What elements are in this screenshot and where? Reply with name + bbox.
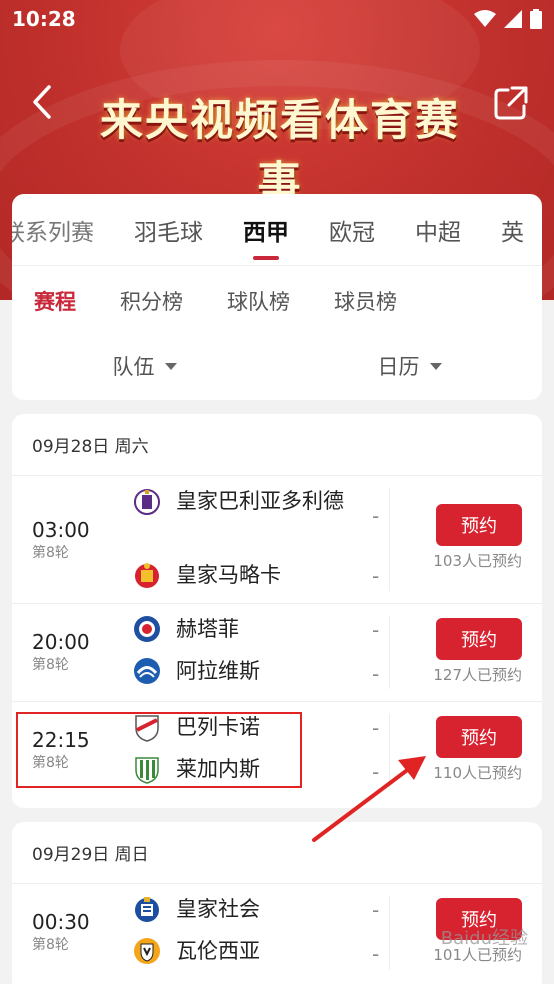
home-team: 赫塔菲 (132, 614, 356, 644)
tab-standings[interactable]: 积分榜 (120, 286, 183, 316)
annotation-highlight-box (16, 712, 302, 788)
away-team: 瓦伦西亚 (132, 936, 356, 966)
signal-icon (504, 10, 522, 28)
chevron-left-icon (33, 85, 51, 119)
away-score: - (372, 942, 380, 966)
valencia-logo-icon (134, 938, 160, 964)
filter-bar: 队伍 日历 (12, 336, 542, 396)
tab-series[interactable]: 联系列赛 (12, 194, 114, 265)
reservation-count: 103人已预约 (433, 552, 522, 570)
share-button[interactable] (492, 84, 530, 122)
reservation-count: 127人已预约 (433, 666, 522, 684)
battery-icon (530, 9, 542, 29)
match-row[interactable]: 03:00 第8轮 皇家巴利亚多利德 皇家马略卡 - - 预约 103人已预约 (12, 476, 542, 604)
calendar-filter-label: 日历 (377, 355, 420, 379)
real-sociedad-logo-icon (135, 897, 159, 922)
away-team-name: 瓦伦西亚 (176, 939, 260, 963)
tab-team-rank[interactable]: 球队榜 (227, 286, 290, 316)
tab-csl[interactable]: 中超 (395, 194, 481, 265)
calendar-filter-dropdown[interactable]: 日历 (277, 351, 542, 381)
status-time: 10:28 (12, 7, 76, 31)
away-team: 皇家马略卡 (132, 560, 356, 590)
tab-epl[interactable]: 英 (481, 194, 542, 265)
reserve-button[interactable]: 预约 (436, 618, 522, 660)
mallorca-logo-icon (135, 563, 159, 588)
divider (389, 896, 390, 970)
away-team-name: 皇家马略卡 (176, 563, 281, 587)
match-time: 20:00 (32, 630, 90, 654)
home-team-name: 皇家巴利亚多利德 (176, 489, 344, 513)
watermark: Baidu经验 (441, 924, 528, 950)
home-score: - (372, 618, 380, 642)
page-title: 来央视频看体育赛事 (100, 96, 460, 208)
reserve-button[interactable]: 预约 (436, 504, 522, 546)
status-bar: 10:28 (0, 0, 554, 38)
away-score: - (372, 564, 380, 588)
tab-player-rank[interactable]: 球员榜 (334, 286, 397, 316)
home-team-name: 赫塔菲 (176, 617, 239, 641)
sport-tabs: 联系列赛 羽毛球 西甲 欧冠 中超 英 (12, 194, 542, 266)
match-round: 第8轮 (32, 657, 69, 673)
day-card: 09月29日 周日 00:30 第8轮 皇家社会 瓦伦西亚 - - 预约 101… (12, 822, 542, 984)
team-filter-dropdown[interactable]: 队伍 (12, 351, 277, 381)
match-time: 03:00 (32, 518, 90, 542)
tab-laliga[interactable]: 西甲 (223, 194, 309, 265)
tab-ucl[interactable]: 欧冠 (309, 194, 395, 265)
home-score: - (372, 898, 380, 922)
tab-badminton[interactable]: 羽毛球 (114, 194, 223, 265)
watermark-text: Baidu经验 (440, 928, 528, 949)
match-time: 00:30 (32, 910, 90, 934)
away-team: 阿拉维斯 (132, 656, 356, 686)
caret-down-icon (164, 362, 177, 370)
annotation-arrow-icon (312, 756, 426, 842)
alaves-logo-icon (134, 658, 160, 684)
divider (389, 616, 390, 689)
valladolid-logo-icon (134, 489, 160, 515)
team-filter-label: 队伍 (112, 355, 155, 379)
navigation-card: 联系列赛 羽毛球 西甲 欧冠 中超 英 赛程 积分榜 球队榜 球员榜 队伍 日历 (12, 194, 542, 400)
home-team: 皇家巴利亚多利德 (132, 486, 356, 516)
match-row[interactable]: 20:00 第8轮 赫塔菲 阿拉维斯 - - 预约 127人已预约 (12, 604, 542, 702)
wifi-icon (474, 10, 496, 27)
away-score: - (372, 662, 380, 686)
day-date: 09月29日 周日 (12, 822, 542, 884)
share-icon (494, 86, 528, 120)
home-team-name: 皇家社会 (176, 897, 260, 921)
back-button[interactable] (24, 82, 60, 122)
match-round: 第8轮 (32, 545, 69, 561)
home-score: - (372, 504, 380, 528)
reserve-button[interactable]: 预约 (436, 716, 522, 758)
divider (389, 488, 390, 591)
sub-tabs: 赛程 积分榜 球队榜 球员榜 (12, 266, 542, 336)
tab-schedule[interactable]: 赛程 (34, 286, 76, 316)
status-icons (474, 9, 542, 29)
caret-down-icon (429, 362, 442, 370)
home-team: 皇家社会 (132, 894, 356, 924)
reservation-count: 110人已预约 (433, 764, 522, 782)
match-round: 第8轮 (32, 937, 69, 953)
away-team-name: 阿拉维斯 (176, 659, 260, 683)
home-score: - (372, 716, 380, 740)
getafe-logo-icon (134, 616, 160, 642)
day-date: 09月28日 周六 (12, 414, 542, 476)
